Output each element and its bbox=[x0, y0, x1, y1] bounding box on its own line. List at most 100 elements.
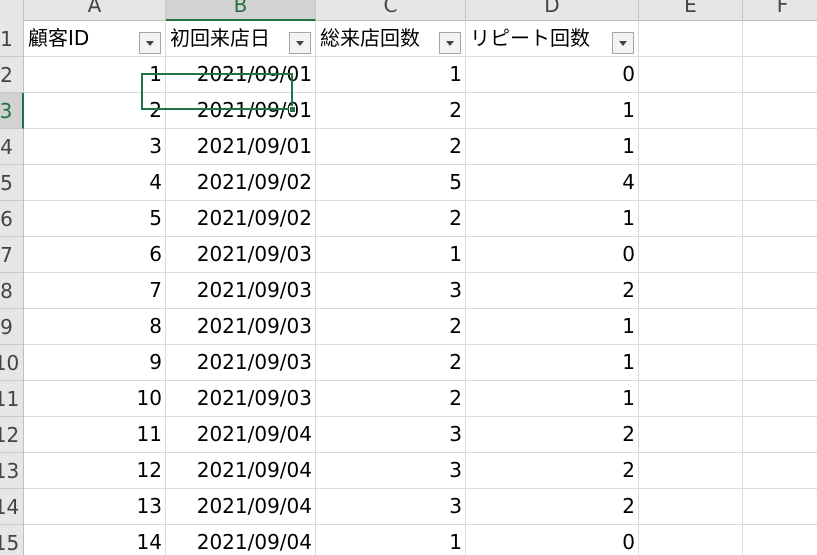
empty-cell[interactable] bbox=[743, 165, 817, 200]
empty-cell[interactable] bbox=[743, 453, 817, 488]
cell-repeat-count[interactable]: 1 bbox=[466, 129, 639, 164]
cell-first-visit-date[interactable]: 2021/09/04 bbox=[166, 489, 316, 524]
cell-repeat-count[interactable]: 2 bbox=[466, 273, 639, 308]
empty-cell[interactable] bbox=[639, 489, 743, 524]
cell-first-visit-date[interactable]: 2021/09/02 bbox=[166, 165, 316, 200]
cell-first-visit-date[interactable]: 2021/09/04 bbox=[166, 453, 316, 488]
cell-first-visit-date[interactable]: 2021/09/03 bbox=[166, 345, 316, 380]
cell-first-visit-date[interactable]: 2021/09/01 bbox=[166, 57, 316, 92]
cell-total-visits[interactable]: 2 bbox=[316, 201, 466, 236]
select-all-corner[interactable] bbox=[0, 0, 24, 21]
cell-customer-id[interactable]: 8 bbox=[24, 309, 166, 344]
cell-customer-id[interactable]: 1 bbox=[24, 57, 166, 92]
cell-customer-id[interactable]: 11 bbox=[24, 417, 166, 452]
empty-cell[interactable] bbox=[639, 309, 743, 344]
cell-total-visits[interactable]: 3 bbox=[316, 489, 466, 524]
empty-cell[interactable] bbox=[743, 201, 817, 236]
row-header-11[interactable]: 11 bbox=[0, 381, 24, 417]
cell-total-visits[interactable]: 3 bbox=[316, 273, 466, 308]
row-header-2[interactable]: 2 bbox=[0, 57, 24, 93]
empty-cell[interactable] bbox=[639, 381, 743, 416]
cell-first-visit-date[interactable]: 2021/09/01 bbox=[166, 129, 316, 164]
empty-cell[interactable] bbox=[639, 93, 743, 128]
empty-cell[interactable] bbox=[743, 273, 817, 308]
cell-customer-id[interactable]: 13 bbox=[24, 489, 166, 524]
row-header-6[interactable]: 6 bbox=[0, 201, 24, 237]
empty-cell[interactable] bbox=[639, 129, 743, 164]
cell-customer-id[interactable]: 4 bbox=[24, 165, 166, 200]
cell-e1[interactable] bbox=[639, 21, 743, 56]
cell-total-visits[interactable]: 5 bbox=[316, 165, 466, 200]
empty-cell[interactable] bbox=[639, 237, 743, 272]
cell-first-visit-date[interactable]: 2021/09/04 bbox=[166, 525, 316, 555]
cell-customer-id[interactable]: 2 bbox=[24, 93, 166, 128]
cell-repeat-count[interactable]: 1 bbox=[466, 93, 639, 128]
cell-total-visits[interactable]: 2 bbox=[316, 93, 466, 128]
column-header-b[interactable]: B bbox=[166, 0, 316, 21]
cell-customer-id[interactable]: 5 bbox=[24, 201, 166, 236]
cell-first-visit-date[interactable]: 2021/09/04 bbox=[166, 417, 316, 452]
cell-repeat-count[interactable]: 0 bbox=[466, 525, 639, 555]
empty-cell[interactable] bbox=[639, 201, 743, 236]
cell-repeat-count[interactable]: 2 bbox=[466, 453, 639, 488]
row-header-5[interactable]: 5 bbox=[0, 165, 24, 201]
row-header-8[interactable]: 8 bbox=[0, 273, 24, 309]
cell-repeat-count[interactable]: 2 bbox=[466, 489, 639, 524]
cell-b1[interactable]: 初回来店日 bbox=[166, 21, 316, 56]
cell-total-visits[interactable]: 2 bbox=[316, 309, 466, 344]
row-header-14[interactable]: 14 bbox=[0, 489, 24, 525]
cell-customer-id[interactable]: 6 bbox=[24, 237, 166, 272]
cell-repeat-count[interactable]: 1 bbox=[466, 345, 639, 380]
cell-d1[interactable]: リピート回数 bbox=[466, 21, 639, 56]
empty-cell[interactable] bbox=[639, 57, 743, 92]
empty-cell[interactable] bbox=[639, 453, 743, 488]
cell-repeat-count[interactable]: 2 bbox=[466, 417, 639, 452]
empty-cell[interactable] bbox=[639, 345, 743, 380]
cell-first-visit-date[interactable]: 2021/09/03 bbox=[166, 309, 316, 344]
column-header-a[interactable]: A bbox=[24, 0, 166, 21]
row-header-15[interactable]: 15 bbox=[0, 525, 24, 555]
cell-repeat-count[interactable]: 0 bbox=[466, 237, 639, 272]
empty-cell[interactable] bbox=[743, 57, 817, 92]
cell-customer-id[interactable]: 9 bbox=[24, 345, 166, 380]
column-header-c[interactable]: C bbox=[316, 0, 466, 21]
cell-customer-id[interactable]: 3 bbox=[24, 129, 166, 164]
cell-first-visit-date[interactable]: 2021/09/03 bbox=[166, 237, 316, 272]
cell-first-visit-date[interactable]: 2021/09/02 bbox=[166, 201, 316, 236]
cell-repeat-count[interactable]: 1 bbox=[466, 201, 639, 236]
cell-total-visits[interactable]: 1 bbox=[316, 57, 466, 92]
cell-first-visit-date[interactable]: 2021/09/03 bbox=[166, 381, 316, 416]
cell-repeat-count[interactable]: 0 bbox=[466, 57, 639, 92]
empty-cell[interactable] bbox=[743, 345, 817, 380]
row-header-13[interactable]: 13 bbox=[0, 453, 24, 489]
cell-total-visits[interactable]: 1 bbox=[316, 525, 466, 555]
filter-dropdown-icon[interactable] bbox=[612, 32, 634, 54]
row-header-12[interactable]: 12 bbox=[0, 417, 24, 453]
row-header-10[interactable]: 10 bbox=[0, 345, 24, 381]
filter-dropdown-icon[interactable] bbox=[289, 32, 311, 54]
row-header-7[interactable]: 7 bbox=[0, 237, 24, 273]
fill-handle[interactable] bbox=[289, 106, 296, 113]
empty-cell[interactable] bbox=[639, 525, 743, 555]
row-header-3[interactable]: 3 bbox=[0, 93, 24, 129]
cell-repeat-count[interactable]: 4 bbox=[466, 165, 639, 200]
empty-cell[interactable] bbox=[639, 165, 743, 200]
cell-first-visit-date[interactable]: 2021/09/03 bbox=[166, 273, 316, 308]
row-header-4[interactable]: 4 bbox=[0, 129, 24, 165]
empty-cell[interactable] bbox=[639, 417, 743, 452]
filter-dropdown-icon[interactable] bbox=[139, 32, 161, 54]
cell-c1[interactable]: 総来店回数 bbox=[316, 21, 466, 56]
empty-cell[interactable] bbox=[743, 129, 817, 164]
cell-total-visits[interactable]: 2 bbox=[316, 345, 466, 380]
empty-cell[interactable] bbox=[743, 489, 817, 524]
cell-customer-id[interactable]: 14 bbox=[24, 525, 166, 555]
cell-total-visits[interactable]: 3 bbox=[316, 453, 466, 488]
cell-f1[interactable] bbox=[743, 21, 817, 56]
column-header-f[interactable]: F bbox=[743, 0, 817, 21]
cell-a1[interactable]: 顧客ID bbox=[24, 21, 166, 56]
empty-cell[interactable] bbox=[743, 417, 817, 452]
cell-repeat-count[interactable]: 1 bbox=[466, 309, 639, 344]
column-header-d[interactable]: D bbox=[466, 0, 639, 21]
cell-customer-id[interactable]: 10 bbox=[24, 381, 166, 416]
row-header-9[interactable]: 9 bbox=[0, 309, 24, 345]
